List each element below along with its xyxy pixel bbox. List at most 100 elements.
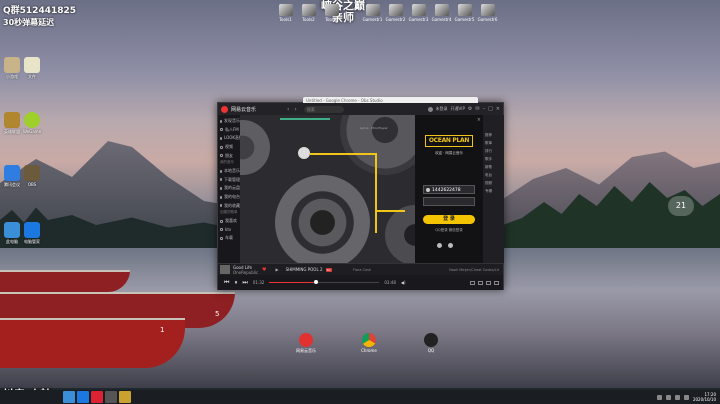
next-artists-list[interactable]: Noah Meijer/Cheat Codes/Lit (449, 268, 499, 272)
progress-bar[interactable] (269, 280, 380, 285)
volume-icon[interactable]: ◀) (401, 280, 406, 285)
sidebar-item[interactable]: 我的收藏 (218, 201, 240, 210)
dock-item[interactable]: Gamestr2 (386, 4, 405, 22)
right-strip-item[interactable]: 电台 (483, 173, 504, 181)
heart-icon[interactable]: ♥ (262, 267, 266, 273)
qq-penguin-icon (424, 333, 438, 347)
dock-item[interactable]: Tools3 (322, 4, 341, 22)
tray-icon[interactable] (665, 394, 671, 400)
sidebar-item[interactable]: 私人FM (218, 126, 240, 135)
taskbar-app-obs[interactable] (105, 391, 117, 403)
desktop-icon[interactable]: WeGame (21, 112, 43, 134)
sidebar-item[interactable]: 下载管理 (218, 176, 240, 185)
right-strip-item[interactable]: 歌手 (483, 157, 504, 165)
taskbar-app-shield[interactable] (77, 391, 89, 403)
lyrics-icon[interactable] (470, 280, 475, 285)
taskbar-app-explorer[interactable] (63, 391, 75, 403)
qq-login-icon[interactable] (437, 243, 442, 248)
tray-icon[interactable] (674, 394, 680, 400)
tray-icon[interactable] (683, 394, 689, 400)
right-strip-item[interactable]: 歌单 (483, 141, 504, 149)
playlist-icon[interactable] (486, 280, 491, 285)
maximize-icon[interactable]: □ (488, 106, 493, 112)
music-app-window[interactable]: Untitled - Google Chrome - Obs Studio 网易… (217, 97, 504, 290)
brand-slogan: 欢迎 · 网易云音乐 (435, 151, 463, 155)
song-tag[interactable]: SHIMMING POOL 2 (286, 267, 323, 272)
desktop-icon[interactable]: 小游戏 (1, 57, 23, 80)
dock-item[interactable]: Gamestr6 (478, 4, 497, 22)
meeting-icon (4, 165, 20, 181)
sidebar-item[interactable]: 本地音乐 (218, 167, 240, 176)
heart-icon (220, 219, 223, 223)
taskbar-app-folder[interactable] (119, 391, 131, 403)
game-icon (411, 4, 426, 16)
fullscreen-icon[interactable] (494, 280, 499, 285)
account-field[interactable]: 1442622478 (423, 185, 475, 194)
minimize-icon[interactable]: – (483, 106, 486, 112)
desktop-icon[interactable]: 电脑管家 (21, 222, 43, 245)
next-icon[interactable]: ⏭ (242, 279, 247, 287)
search-input[interactable]: 搜索 (303, 105, 344, 113)
desktop-icon[interactable]: 英雄联盟 (1, 112, 23, 135)
social-login-row (437, 243, 453, 248)
taskbar-app-netease[interactable] (91, 391, 103, 403)
desktop-icon[interactable]: 腾讯会议 (1, 165, 23, 188)
sidebar-item[interactable]: 发现音乐 (218, 117, 240, 126)
forward-arrow-icon[interactable]: › (294, 106, 296, 113)
dock-item[interactable]: Gamestr5 (455, 4, 474, 22)
dock-item[interactable]: Gamestr3 (409, 4, 428, 22)
user-login-link[interactable]: 未登录 (436, 106, 448, 112)
dock-item[interactable]: Gamestr4 (432, 4, 451, 22)
system-clock[interactable]: 17:20 2020/10/10 (693, 392, 716, 402)
avatar[interactable] (427, 106, 433, 112)
wallpaper-boat (0, 270, 130, 292)
right-strip-item[interactable]: 专辑 (483, 189, 504, 197)
desktop-icon-netease[interactable]: 网易云音乐 (296, 333, 316, 354)
sidebar-item[interactable]: ktv (218, 226, 240, 235)
right-strip-item[interactable]: 排行 (483, 149, 504, 157)
back-arrow-icon[interactable]: ‹ (287, 106, 289, 113)
login-close-icon[interactable]: × (477, 117, 481, 123)
song-artist[interactable]: OneRepublic (233, 270, 259, 275)
mail-icon[interactable]: ✉ (475, 106, 479, 112)
dock-item[interactable]: Gamestr1 (363, 4, 382, 22)
password-field[interactable] (423, 197, 475, 206)
desktop-icon[interactable]: 此电脑 (1, 222, 23, 245)
weather-widget[interactable]: 21 (668, 196, 694, 216)
play-circle-icon[interactable]: ▶ (275, 267, 278, 272)
computer-icon (4, 222, 20, 238)
dock-item[interactable]: Tools2 (299, 4, 318, 22)
previous-icon[interactable]: ⏮ (224, 279, 229, 287)
desktop-icon[interactable]: 文件 (21, 57, 43, 80)
next-artist[interactable]: Flora Cash (353, 268, 371, 272)
close-icon[interactable]: × (496, 106, 500, 112)
sidebar-item[interactable]: 视频 (218, 143, 240, 152)
album-thumbnail[interactable] (220, 265, 230, 274)
wechat-login-icon[interactable] (448, 243, 453, 248)
tray-icon[interactable] (656, 394, 662, 400)
sidebar-item[interactable]: LOOK直播 (218, 134, 243, 143)
desktop-icon[interactable]: OBS (21, 165, 43, 187)
progress-knob[interactable] (313, 280, 318, 285)
sidebar-item[interactable]: 车载 (218, 234, 240, 243)
right-strip-item[interactable]: 新歌 (483, 165, 504, 173)
settings-icon[interactable]: ⚙ (468, 106, 472, 112)
gear-artwork (340, 115, 415, 175)
tool-icon (324, 4, 339, 16)
pause-icon[interactable]: ⏸ (234, 279, 237, 287)
right-strip-item[interactable]: 视频 (483, 181, 504, 189)
desktop-icon-qq[interactable]: QQ (421, 333, 441, 353)
sidebar-item[interactable]: 我的电台 (218, 193, 240, 202)
loop-icon[interactable] (478, 280, 483, 285)
sidebar-item[interactable]: 我喜欢 (218, 217, 240, 226)
vip-link[interactable]: 开通VIP (451, 106, 465, 112)
sidebar-item[interactable]: 我的云盘 (218, 184, 240, 193)
login-button[interactable]: 登 录 (423, 215, 475, 224)
desktop-icon-chrome[interactable]: Chrome (359, 333, 379, 353)
alt-login-text[interactable]: QQ登录 微信登录 (415, 228, 483, 233)
dock-item[interactable]: Tools1 (276, 4, 295, 22)
yellow-track (375, 210, 405, 212)
sidebar-item[interactable]: 朋友 (218, 151, 240, 160)
brand-logo: OCEAN PLAN (425, 135, 473, 147)
right-strip-item[interactable]: 推荐 (483, 133, 504, 141)
